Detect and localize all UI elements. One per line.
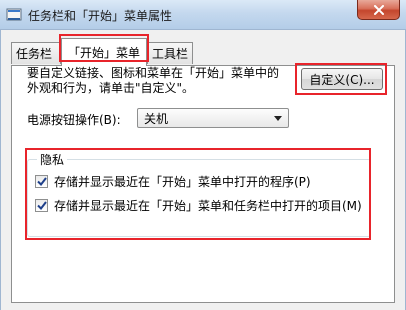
close-icon xyxy=(373,4,384,15)
window-body: 任务栏 「开始」菜单 工具栏 要自定义链接、图标和菜单在「开始」菜单中的 外观和… xyxy=(0,30,406,310)
store-recent-items-label: 存储并显示最近在「开始」菜单和任务栏中打开的项目(M) xyxy=(54,199,362,213)
window-app-icon xyxy=(6,8,22,21)
store-recent-items-checkbox[interactable] xyxy=(35,199,48,212)
checkmark-icon xyxy=(36,201,47,210)
close-button[interactable] xyxy=(357,0,400,20)
title-bar: 任务栏和「开始」菜单属性 xyxy=(0,0,406,30)
description-line-1: 要自定义链接、图标和菜单在「开始」菜单中的 xyxy=(27,66,280,80)
checkmark-icon xyxy=(36,177,47,186)
store-recent-programs-label: 存储并显示最近在「开始」菜单中打开的程序(P) xyxy=(54,175,311,189)
tab-start-menu[interactable]: 「开始」菜单 xyxy=(61,38,147,66)
customize-button[interactable]: 自定义(C)... xyxy=(301,68,383,90)
store-recent-items-option[interactable]: 存储并显示最近在「开始」菜单和任务栏中打开的项目(M) xyxy=(35,197,362,214)
store-recent-programs-checkbox[interactable] xyxy=(35,175,48,188)
privacy-legend: 隐私 xyxy=(37,151,68,168)
tab-toolbars[interactable]: 工具栏 xyxy=(147,42,193,64)
description-line-2: 外观和行为，请单击"自定义"。 xyxy=(27,81,195,95)
window-title: 任务栏和「开始」菜单属性 xyxy=(28,9,173,23)
power-button-action-select[interactable]: 关机 xyxy=(137,108,289,128)
store-recent-programs-option[interactable]: 存储并显示最近在「开始」菜单中打开的程序(P) xyxy=(35,173,311,190)
power-button-action-label: 电源按钮操作(B): xyxy=(27,113,121,127)
tab-taskbar[interactable]: 任务栏 xyxy=(11,42,61,64)
power-button-action-value: 关机 xyxy=(144,111,169,126)
customize-description: 要自定义链接、图标和菜单在「开始」菜单中的 外观和行为，请单击"自定义"。 xyxy=(27,66,297,96)
dropdown-arrow-icon xyxy=(274,116,282,121)
